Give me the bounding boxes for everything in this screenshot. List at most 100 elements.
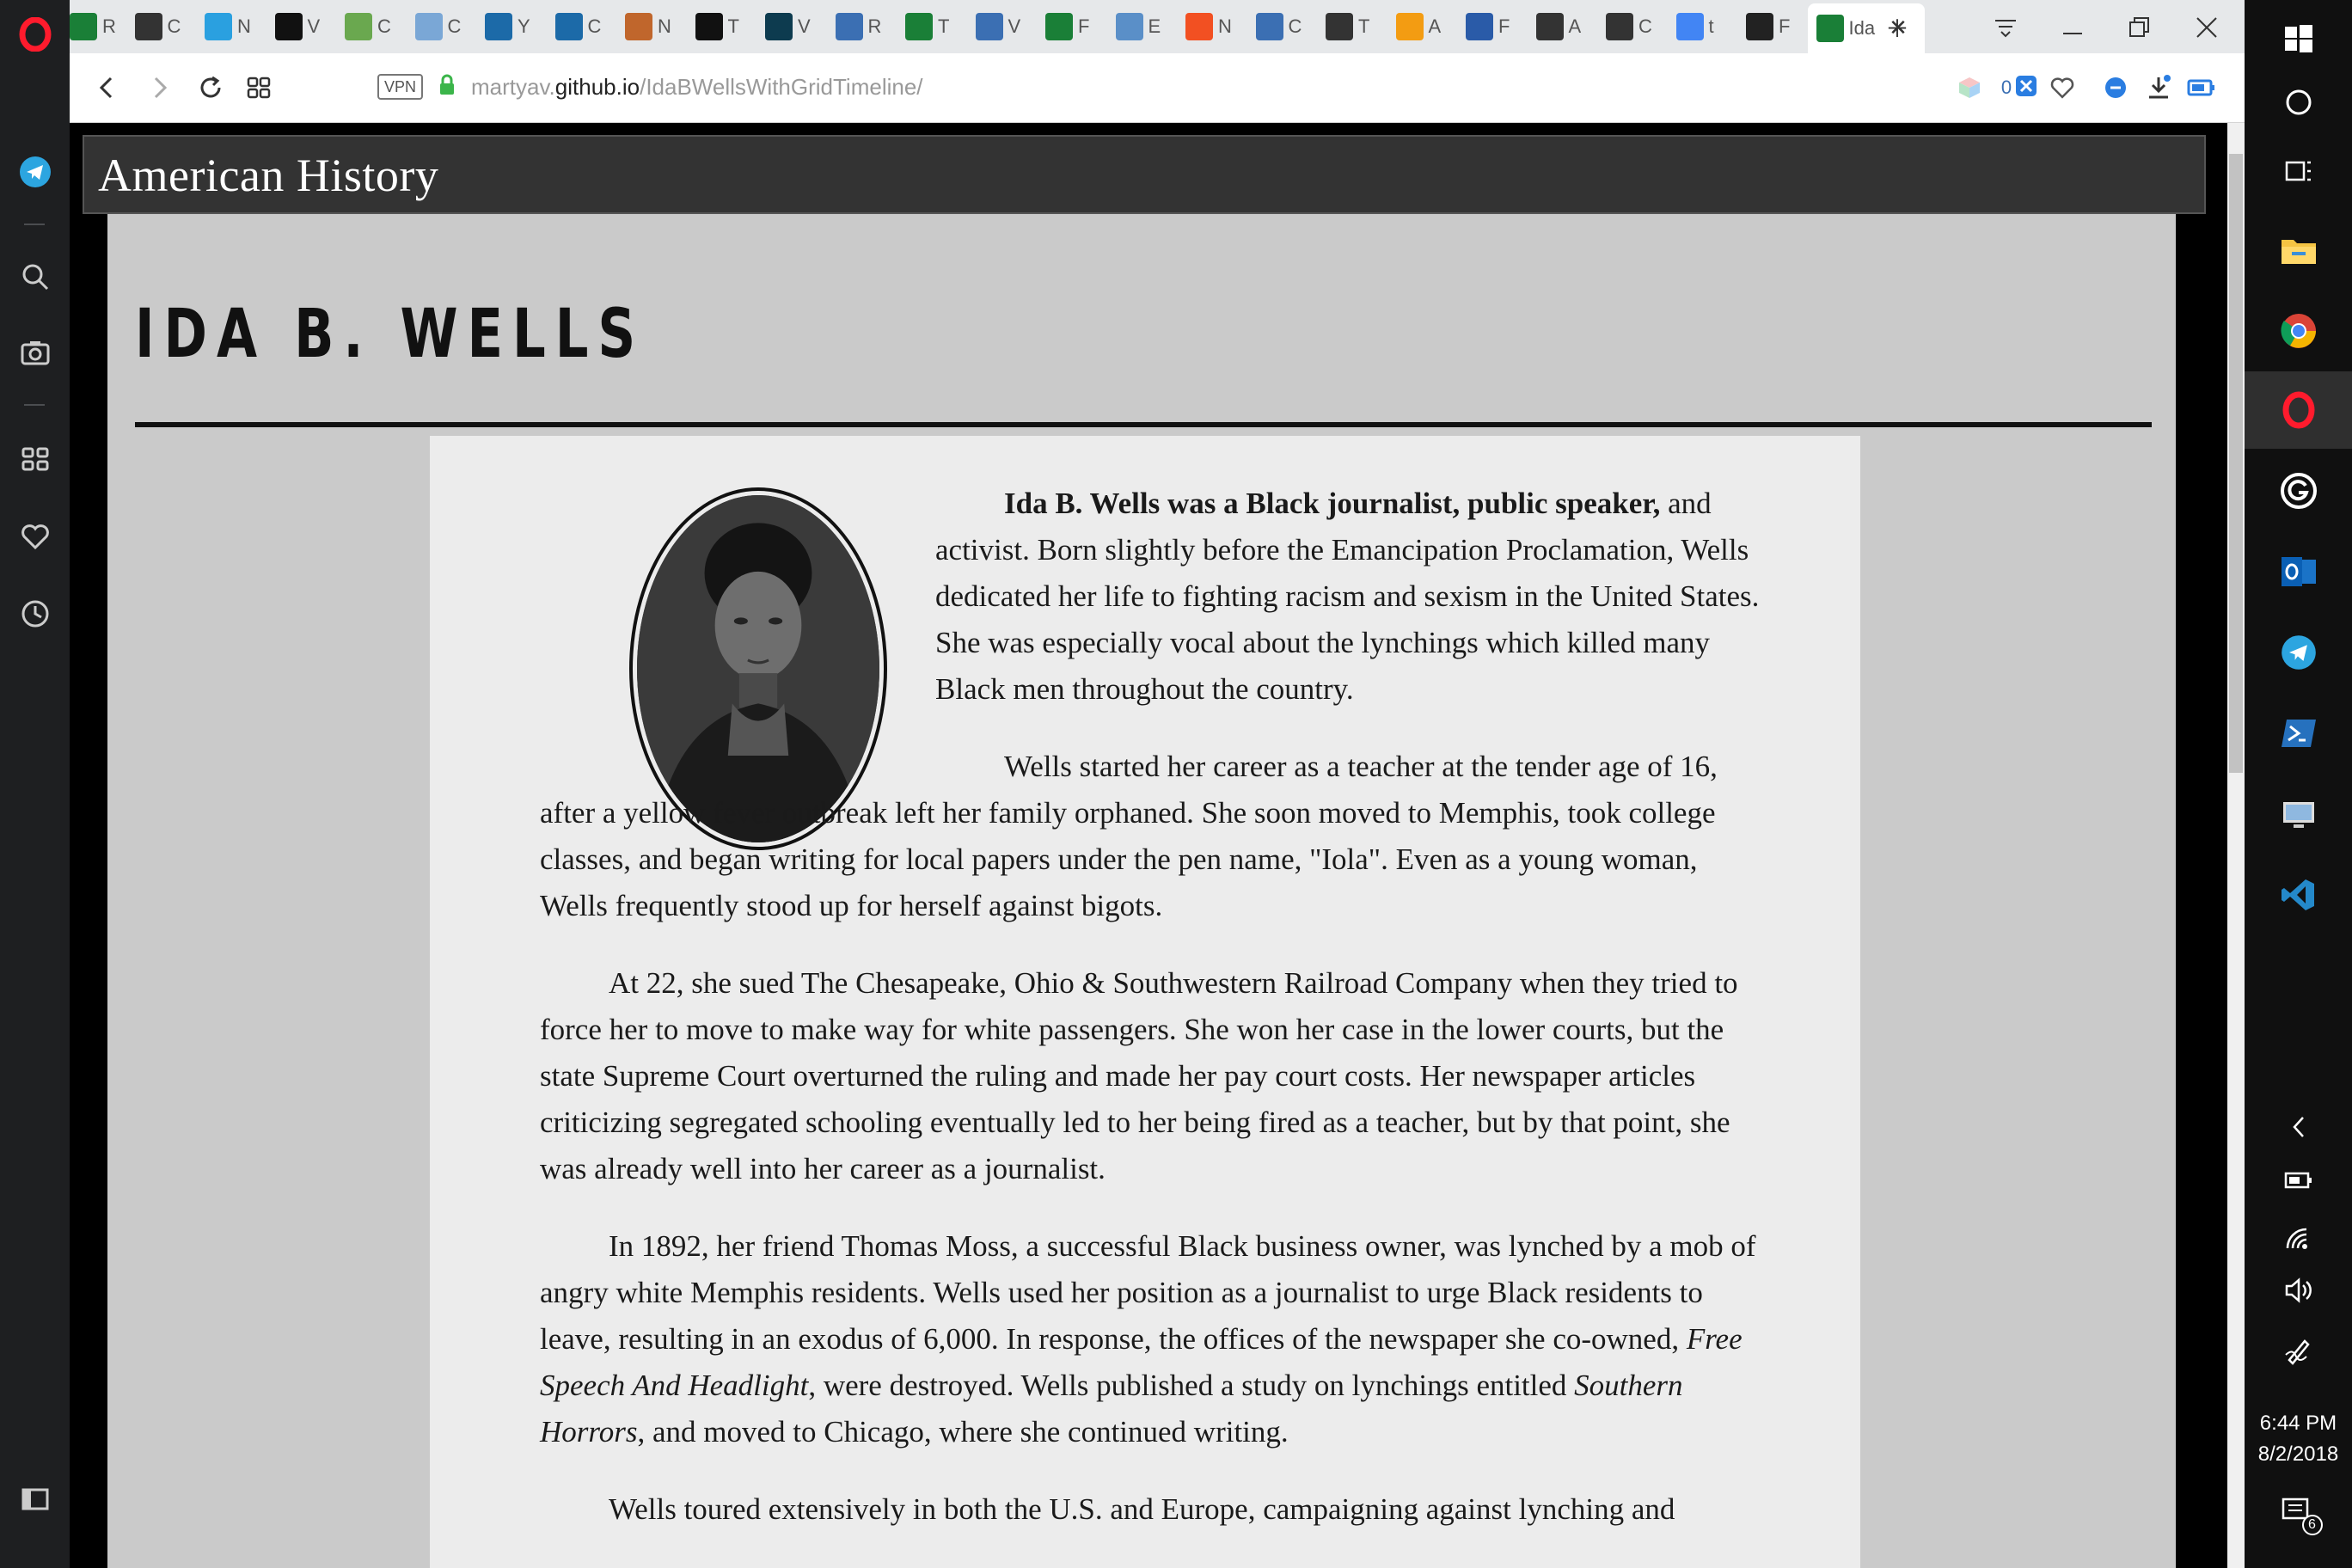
- opera-sidebar: [0, 0, 70, 1568]
- task-view-icon[interactable]: [2245, 132, 2352, 210]
- new-tab-plus-icon[interactable]: ＋: [1878, 9, 1916, 46]
- tab-21[interactable]: A: [1528, 7, 1582, 46]
- tab-24[interactable]: F: [1737, 7, 1790, 46]
- tab-12[interactable]: T: [897, 7, 949, 46]
- tab-grid-icon[interactable]: [238, 67, 279, 108]
- clock-time: 6:44 PM: [2259, 1412, 2337, 1435]
- wifi-icon[interactable]: [2245, 1226, 2352, 1252]
- back-icon[interactable]: [87, 67, 128, 108]
- tab-9[interactable]: T: [687, 7, 739, 46]
- code-icon: [1045, 13, 1073, 40]
- site-title[interactable]: American History: [98, 149, 438, 202]
- reload-icon[interactable]: [190, 67, 231, 108]
- tab-0[interactable]: R: [61, 7, 116, 46]
- bookmark-heart-icon[interactable]: [2042, 67, 2083, 108]
- address-bar[interactable]: VPN martyav.github.io/IdaBWellsWithGridT…: [300, 64, 1933, 110]
- tab-title: Ida: [1848, 17, 1876, 39]
- system-clock[interactable]: 6:44 PM 8/2/2018: [2245, 1408, 2352, 1470]
- powershell-icon[interactable]: [2245, 695, 2352, 772]
- tab-2[interactable]: N: [196, 7, 251, 46]
- tab-8[interactable]: N: [616, 7, 671, 46]
- camera-icon[interactable]: [0, 327, 70, 378]
- show-hidden-icons-icon[interactable]: [2245, 1114, 2352, 1140]
- sidebar-toggle-icon[interactable]: [0, 1473, 70, 1525]
- page-icon: [1816, 15, 1844, 42]
- tab-11[interactable]: R: [827, 7, 881, 46]
- tab-title: C: [377, 15, 391, 37]
- lock-icon: [438, 74, 456, 100]
- app-g-icon[interactable]: [2245, 452, 2352, 530]
- download-icon[interactable]: [2138, 67, 2179, 108]
- tab-title: t: [1708, 15, 1714, 37]
- terminal-icon: [835, 13, 863, 40]
- scroll-thumb[interactable]: [2229, 154, 2243, 773]
- tab-7[interactable]: C: [547, 7, 601, 46]
- battery-icon[interactable]: [2245, 1171, 2352, 1190]
- tab-title: F: [1078, 15, 1090, 37]
- battery-saver-icon[interactable]: [2181, 67, 2222, 108]
- volume-icon[interactable]: [2245, 1277, 2352, 1303]
- paragraph-4: In 1892, her friend Thomas Moss, a succe…: [540, 1229, 1756, 1449]
- clock-date: 8/2/2018: [2257, 1442, 2339, 1466]
- tab-10[interactable]: V: [756, 7, 811, 46]
- tab-6[interactable]: Y: [476, 7, 530, 46]
- tab-3[interactable]: V: [266, 7, 320, 46]
- adblock-x-icon: [2015, 75, 2037, 101]
- page-scrollbar[interactable]: [2227, 123, 2245, 1568]
- tab-19[interactable]: A: [1387, 7, 1441, 46]
- search-icon[interactable]: [0, 251, 70, 303]
- article-body: Ida B. Wells was a Black journalist, pub…: [540, 481, 1761, 1564]
- forward-icon[interactable]: [138, 67, 180, 108]
- file-explorer-icon[interactable]: [2245, 211, 2352, 289]
- tab-title: N: [237, 15, 251, 37]
- telegram-taskbar-icon[interactable]: [2245, 614, 2352, 691]
- dev-icon: [274, 13, 303, 40]
- opera-taskbar-icon[interactable]: [2245, 371, 2352, 449]
- vpn-status-icon[interactable]: [2095, 67, 2136, 108]
- nyc-icon: [1466, 13, 1493, 40]
- tab-14[interactable]: F: [1037, 7, 1089, 46]
- opera-logo-icon[interactable]: [0, 9, 70, 60]
- url-text[interactable]: martyav.github.io/IdaBWellsWithGridTimel…: [471, 74, 923, 101]
- telegram-icon[interactable]: [0, 146, 70, 198]
- tab-16[interactable]: N: [1177, 7, 1232, 46]
- tab-20[interactable]: F: [1457, 7, 1510, 46]
- tab-menu-icon[interactable]: [1987, 9, 2024, 46]
- vscode-icon[interactable]: [2245, 856, 2352, 934]
- restore-icon[interactable]: [2121, 9, 2159, 46]
- outlook-icon[interactable]: [2245, 533, 2352, 610]
- tab-17[interactable]: C: [1247, 7, 1302, 46]
- tab-title: N: [1218, 15, 1232, 37]
- codepen-icon: [1606, 13, 1633, 40]
- tab-22[interactable]: C: [1597, 7, 1652, 46]
- tab-18[interactable]: T: [1317, 7, 1369, 46]
- tab-13[interactable]: V: [967, 7, 1020, 46]
- heart-icon[interactable]: [0, 511, 70, 562]
- graduation-icon: [205, 13, 232, 40]
- tab-15[interactable]: E: [1107, 7, 1161, 46]
- tab-1[interactable]: C: [126, 7, 181, 46]
- tab-title: A: [1568, 15, 1582, 37]
- pen-workspace-icon[interactable]: [2245, 1336, 2352, 1365]
- cortana-icon[interactable]: [2245, 64, 2352, 141]
- adblock-counter[interactable]: 0: [1992, 67, 2047, 108]
- minimize-icon[interactable]: [2054, 9, 2092, 46]
- action-center-icon[interactable]: 6: [2245, 1498, 2352, 1535]
- dev-icon: [695, 13, 723, 40]
- close-window-icon[interactable]: [2188, 9, 2226, 46]
- tab-23[interactable]: t: [1668, 7, 1714, 46]
- tab-5[interactable]: C: [407, 7, 461, 46]
- tab-title: N: [658, 15, 671, 37]
- extension-cube-icon[interactable]: [1949, 67, 1990, 108]
- history-clock-icon[interactable]: [0, 588, 70, 640]
- notification-count-badge: 6: [2301, 1515, 2323, 1535]
- remote-desktop-icon[interactable]: [2245, 775, 2352, 853]
- cloud-icon: [345, 13, 372, 40]
- speed-dial-icon[interactable]: [0, 433, 70, 485]
- tab-title: C: [1288, 15, 1302, 37]
- vpn-badge[interactable]: VPN: [377, 74, 424, 100]
- tab-4[interactable]: C: [336, 7, 391, 46]
- tab-title: T: [1358, 15, 1370, 37]
- site-header: American History: [83, 135, 2206, 214]
- chrome-icon[interactable]: [2245, 292, 2352, 370]
